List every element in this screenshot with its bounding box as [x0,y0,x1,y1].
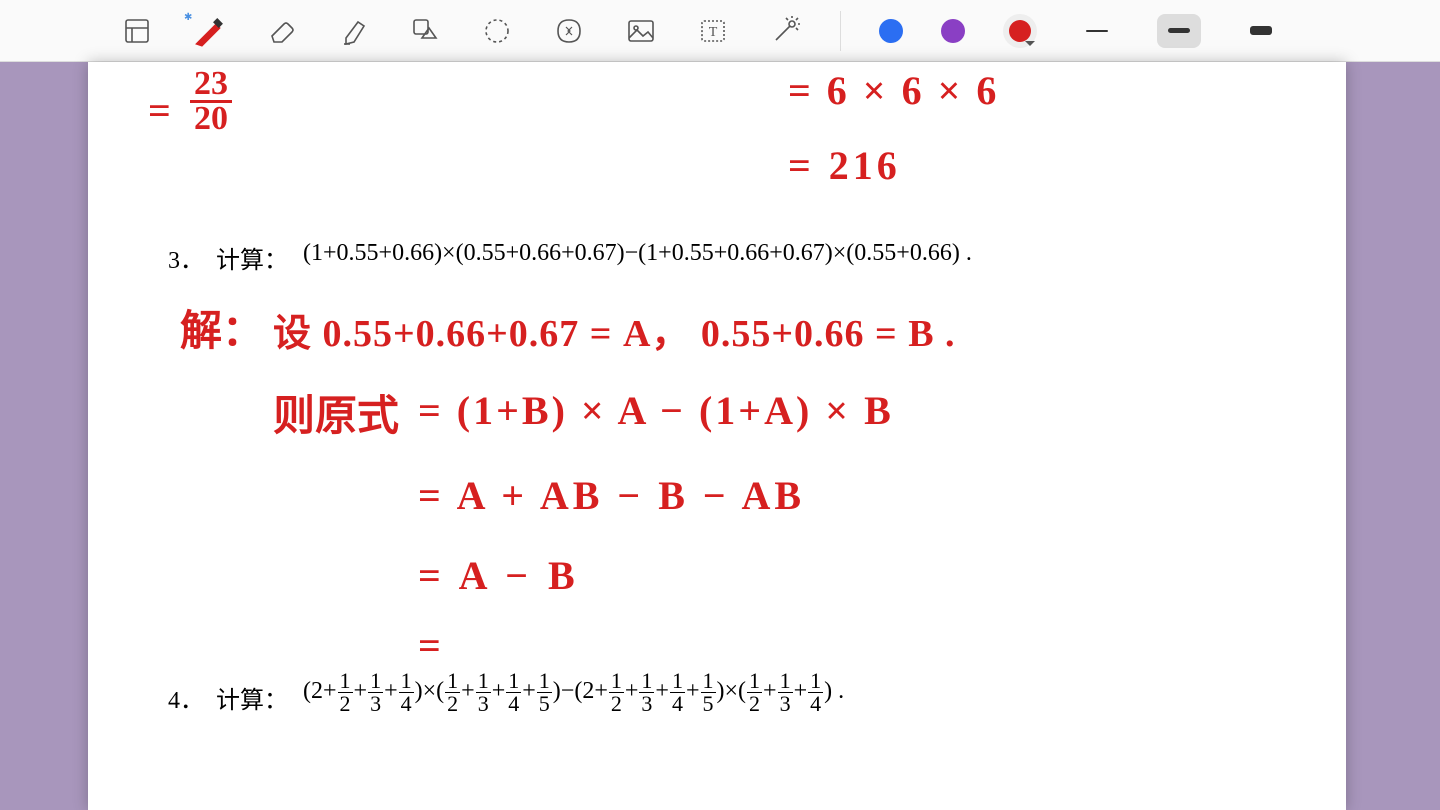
bluetooth-badge-icon: ✱ [184,12,192,23]
p4-label: 计算： [216,680,288,715]
p3-expression: (1+0.55+0.66)×(0.55+0.66+0.67)−(1+0.55+0… [303,240,972,267]
svg-text:T: T [709,25,718,40]
hand-sol-then: 则原式 [273,382,399,443]
p4-expression: (2+12+13+14)×(12+13+14+15)−(2+12+13+14+1… [303,670,844,715]
hand-sol-line4: = [418,622,441,669]
hand-topright-2: = 216 [788,142,901,189]
text-tool-icon[interactable]: T [696,14,730,48]
p4-number: 4． [168,680,204,715]
color-blue[interactable] [879,19,903,43]
hand-topright-1: = 6 × 6 × 6 [788,67,999,114]
hand-topleft-eq: = [148,87,171,134]
highlighter-tool-icon[interactable] [336,14,370,48]
pen-tool-icon[interactable]: ✱ [192,14,226,48]
toolbar: ✱ T [0,0,1440,62]
hand-sol-line2: = A + AB − B − AB [418,472,805,519]
color-red-selected[interactable] [1003,14,1037,48]
p3-number: 3． [168,240,204,275]
eraser-tool-icon[interactable] [264,14,298,48]
hand-sol-label: 解： [180,297,264,358]
image-tool-icon[interactable] [624,14,658,48]
stroke-thin[interactable] [1075,14,1119,48]
document-page[interactable]: = 23 20 = 6 × 6 × 6 = 216 3． 计算： (1+0.55… [88,62,1346,810]
toolbar-divider [840,11,841,51]
sticker-tool-icon[interactable] [552,14,586,48]
hand-sol-line3: = A − B [418,552,580,599]
lasso-tool-icon[interactable] [480,14,514,48]
magic-tool-icon[interactable] [768,14,802,48]
hand-sol-line1: = (1+B) × A − (1+A) × B [418,387,894,434]
page-layout-icon[interactable] [120,14,154,48]
hand-topleft-frac: 23 20 [190,68,232,136]
stroke-thick[interactable] [1239,14,1283,48]
color-purple[interactable] [941,19,965,43]
hand-sol-let: 设 0.55+0.66+0.67 = A， 0.55+0.66 = B . [273,302,956,357]
stroke-medium[interactable] [1157,14,1201,48]
p3-label: 计算： [216,240,288,275]
shapes-tool-icon[interactable] [408,14,442,48]
